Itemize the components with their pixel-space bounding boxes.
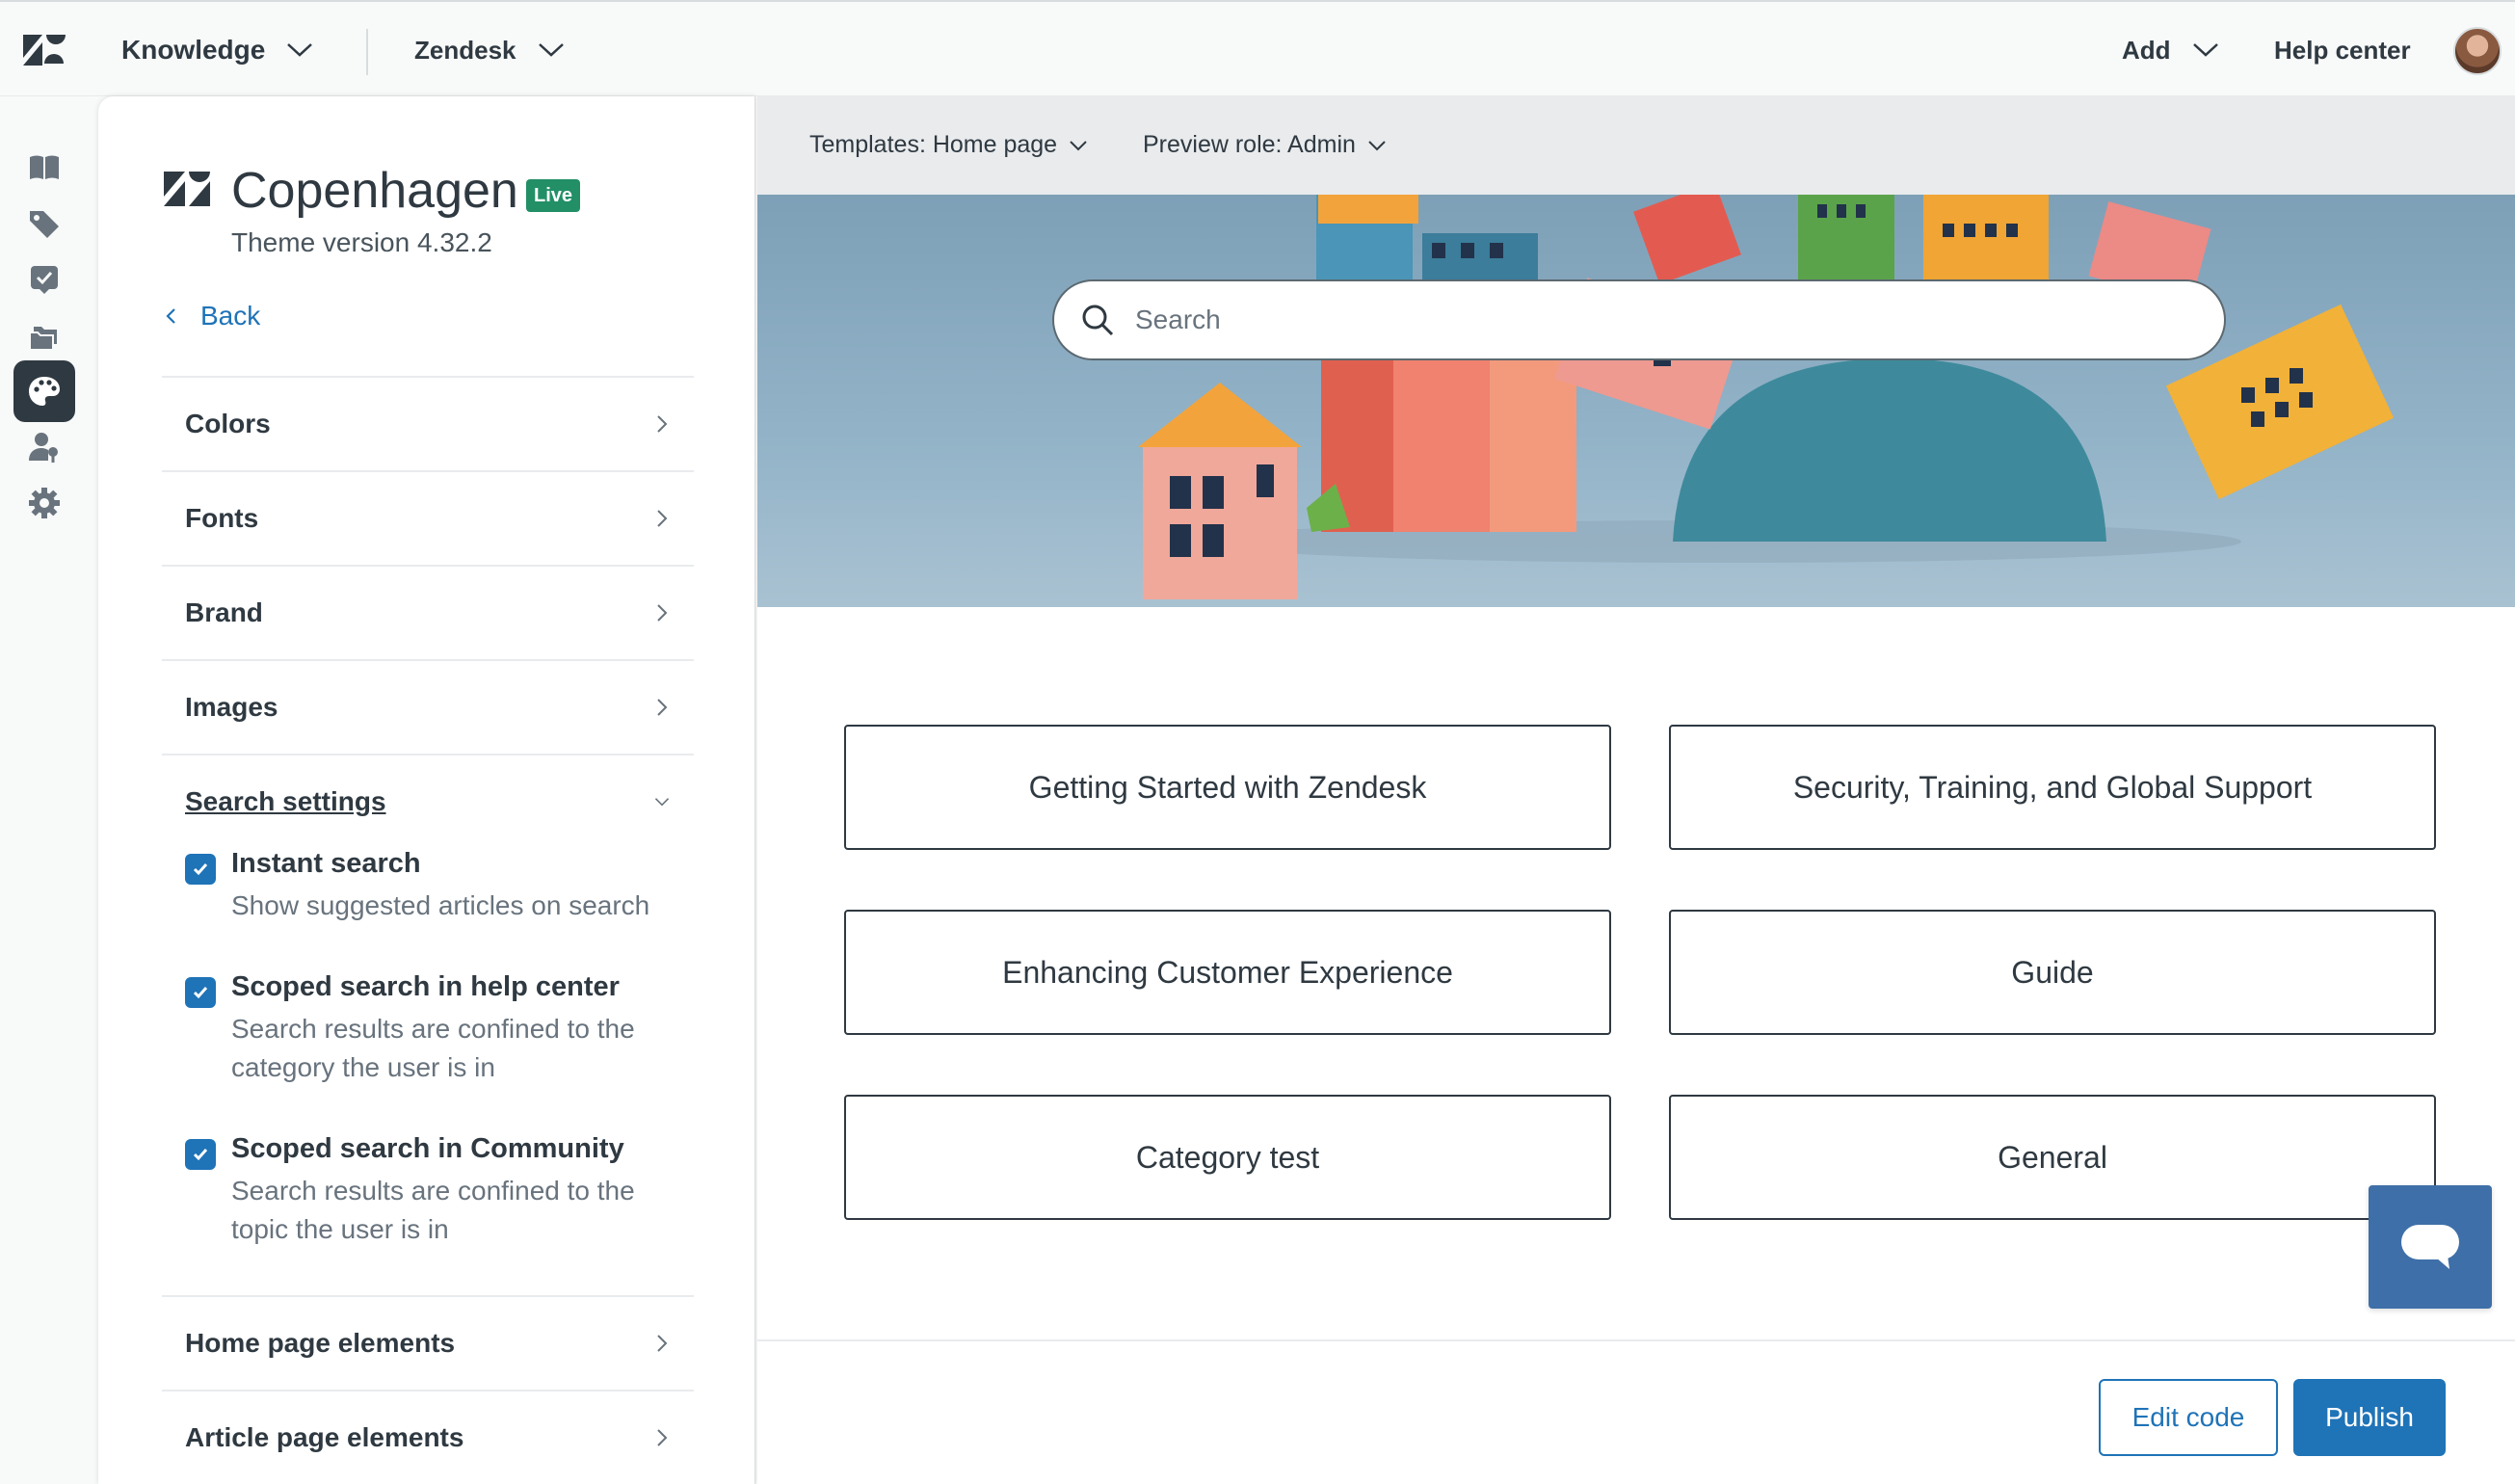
live-badge: Live — [526, 179, 581, 212]
back-label: Back — [200, 301, 261, 331]
help-center-label: Help center — [2274, 35, 2411, 65]
accordion-fonts[interactable]: Fonts — [162, 470, 694, 565]
theme-settings-panel: Copenhagen Live Theme version 4.32.2 Bac… — [98, 96, 755, 1484]
chevron-down-icon — [654, 798, 670, 807]
topbar-divider — [366, 29, 368, 75]
accordion-label: Brand — [185, 597, 263, 627]
category-card[interactable]: Enhancing Customer Experience — [844, 910, 1611, 1035]
chevron-right-icon — [657, 604, 668, 622]
brand-switcher[interactable]: Zendesk — [414, 31, 565, 69]
accordion-label: Search settings — [185, 786, 386, 816]
chevron-right-icon — [657, 699, 668, 716]
search-placeholder: Search — [1135, 305, 1221, 334]
accordion-article-page-elements[interactable]: Article page elements — [162, 1390, 694, 1484]
publish-button[interactable]: Publish — [2293, 1379, 2446, 1456]
tag-icon[interactable] — [13, 193, 75, 254]
scoped-search-community-checkbox[interactable] — [185, 1139, 216, 1170]
preview-toolbar: Templates: Home page Preview role: Admin — [757, 96, 2515, 195]
chevron-right-icon — [657, 1429, 668, 1446]
accordion-images[interactable]: Images — [162, 659, 694, 754]
brand-switcher-label: Zendesk — [414, 35, 516, 65]
accordion-home-page-elements[interactable]: Home page elements — [162, 1295, 694, 1390]
zendesk-logo-icon — [164, 172, 210, 206]
category-card[interactable]: Getting Started with Zendesk — [844, 725, 1611, 850]
product-switcher-label: Knowledge — [121, 35, 266, 65]
chevron-down-icon — [538, 43, 564, 57]
category-card[interactable]: Security, Training, and Global Support — [1669, 725, 2436, 850]
search-icon — [1082, 305, 1114, 336]
theme-version: Theme version 4.32.2 — [231, 227, 492, 257]
accordion-label: Colors — [185, 409, 271, 438]
chevron-left-icon — [166, 308, 175, 324]
option-description: Search results are confined to the categ… — [231, 1014, 635, 1082]
chevron-right-icon — [657, 415, 668, 433]
option-title: Instant search — [231, 848, 421, 879]
accordion-brand[interactable]: Brand — [162, 565, 694, 659]
chevron-down-icon — [2192, 43, 2218, 57]
product-switcher[interactable]: Knowledge — [121, 31, 313, 69]
paper-houses-illustration — [1138, 195, 2395, 599]
add-menu-label: Add — [2122, 35, 2171, 65]
nav-rail — [0, 96, 96, 1484]
book-icon[interactable] — [13, 137, 75, 199]
settings-gear-icon[interactable] — [13, 472, 75, 534]
accordion-colors[interactable]: Colors — [162, 376, 694, 470]
hero-banner — [757, 195, 2515, 607]
checklist-icon[interactable] — [13, 249, 75, 310]
user-avatar[interactable] — [2453, 27, 2502, 75]
chevron-right-icon — [657, 1335, 668, 1352]
accordion-label: Home page elements — [185, 1328, 456, 1358]
category-card[interactable]: General — [1669, 1095, 2436, 1220]
option-description: Show suggested articles on search — [231, 890, 650, 920]
chat-widget-button[interactable] — [2369, 1185, 2492, 1309]
option-description: Search results are confined to the topic… — [231, 1176, 635, 1244]
checkmark-icon — [193, 1149, 208, 1161]
folders-icon[interactable] — [13, 305, 75, 366]
template-selector-label: Templates: Home page — [809, 131, 1058, 158]
option-title: Scoped search in help center — [231, 971, 620, 1002]
chevron-down-icon — [1368, 140, 1386, 150]
hero-search-input[interactable]: Search — [1052, 279, 2226, 360]
top-bar: Knowledge Zendesk Add Help center — [0, 0, 2515, 96]
checkmark-icon — [193, 863, 208, 876]
back-link[interactable]: Back — [162, 301, 260, 331]
preview-role-label: Preview role: Admin — [1143, 131, 1356, 158]
palette-icon[interactable] — [13, 360, 75, 422]
theme-name: Copenhagen — [231, 163, 518, 219]
zendesk-logo-icon[interactable] — [21, 33, 67, 67]
category-card[interactable]: Category test — [844, 1095, 1611, 1220]
chevron-down-icon — [287, 43, 313, 57]
add-menu-button[interactable]: Add — [2122, 31, 2219, 69]
scoped-search-help-center-checkbox[interactable] — [185, 977, 216, 1008]
checkmark-icon — [193, 987, 208, 999]
chevron-right-icon — [657, 510, 668, 527]
chevron-down-icon — [1070, 140, 1087, 150]
instant-search-checkbox[interactable] — [185, 854, 216, 885]
category-card[interactable]: Guide — [1669, 910, 2436, 1035]
user-permission-icon[interactable] — [13, 416, 75, 478]
preview-role-selector[interactable]: Preview role: Admin — [1143, 131, 1387, 159]
accordion-label: Images — [185, 692, 278, 722]
template-selector[interactable]: Templates: Home page — [809, 131, 1088, 159]
chat-bubble-icon — [2401, 1225, 2459, 1269]
accordion-label: Fonts — [185, 503, 259, 533]
edit-code-button[interactable]: Edit code — [2099, 1379, 2278, 1456]
accordion-label: Article page elements — [185, 1422, 464, 1452]
help-center-link[interactable]: Help center — [2274, 31, 2411, 69]
option-title: Scoped search in Community — [231, 1133, 624, 1164]
accordion-search-settings[interactable]: Search settings — [162, 754, 694, 848]
